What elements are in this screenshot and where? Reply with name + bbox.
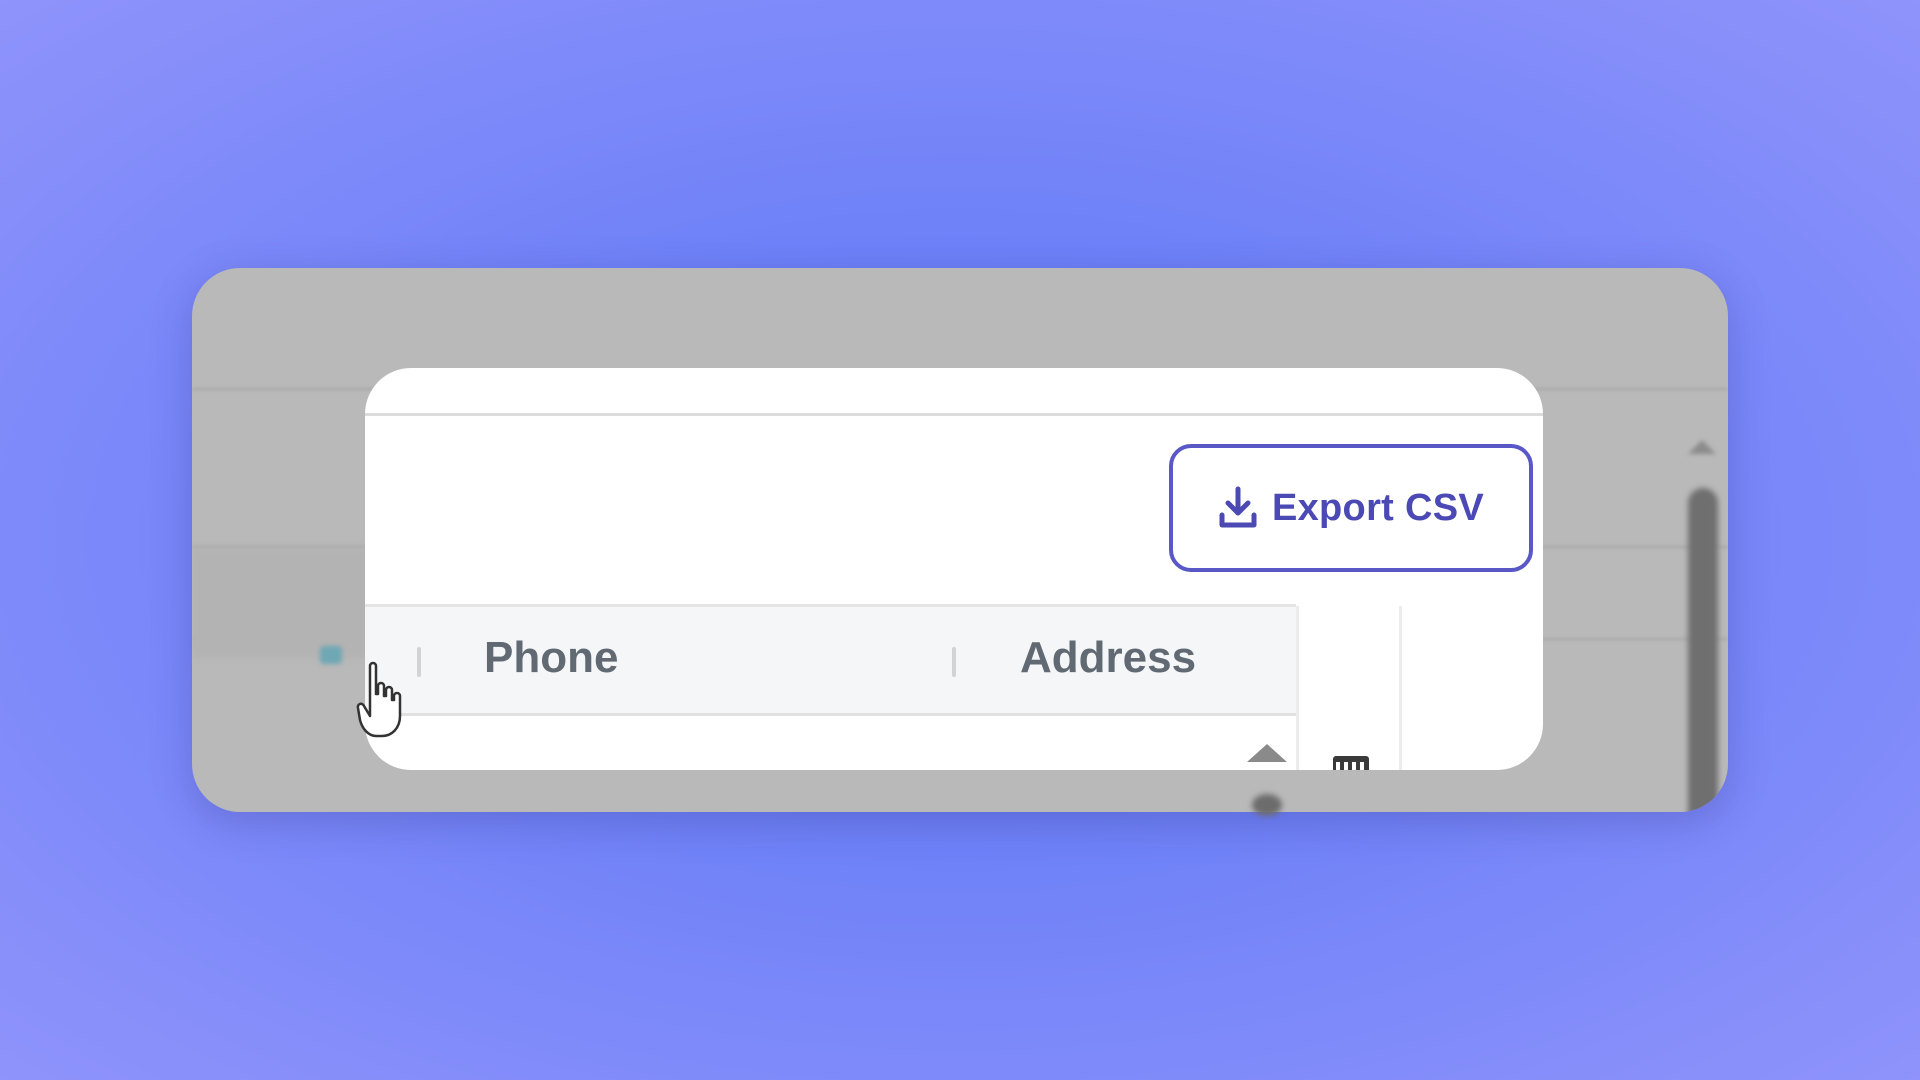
vertical-scrollbar[interactable] [1688, 488, 1718, 812]
table-header-row: Phone Address [365, 604, 1296, 716]
hand-pointer-icon [356, 660, 408, 740]
panel-divider [1296, 606, 1299, 770]
toolbar-divider [365, 413, 1543, 416]
column-resize-handle[interactable] [417, 647, 421, 677]
column-header-address[interactable]: Address [1020, 633, 1196, 683]
column-header-phone[interactable]: Phone [484, 633, 618, 683]
column-resize-handle[interactable] [952, 647, 956, 677]
background-checkbox [320, 646, 342, 664]
download-icon [1218, 485, 1258, 531]
export-csv-button[interactable]: Export CSV [1169, 444, 1533, 572]
grid-icon[interactable] [1333, 756, 1369, 770]
panel-divider [1399, 606, 1402, 770]
scroll-up-arrow-icon[interactable] [1688, 440, 1716, 454]
sort-up-icon[interactable] [1247, 744, 1287, 762]
background-blurred-control [1252, 794, 1282, 816]
export-csv-label: Export CSV [1271, 486, 1485, 529]
table-toolbar-panel: Export CSV Phone Address [365, 368, 1543, 770]
